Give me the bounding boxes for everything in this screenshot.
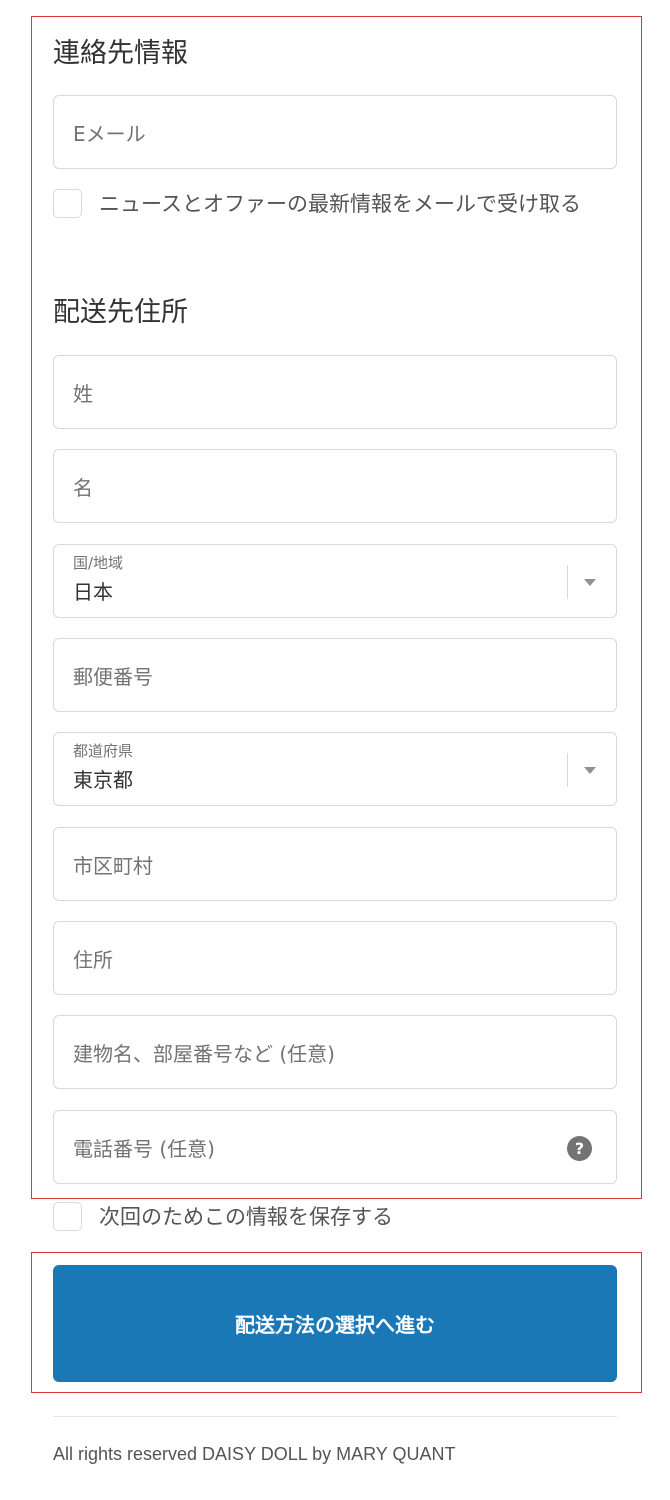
phone-placeholder: 電話番号 (任意) (73, 1136, 215, 1161)
email-field[interactable]: Eメール (53, 95, 617, 169)
prefecture-select[interactable]: 都道府県 東京都 (53, 732, 617, 806)
city-placeholder: 市区町村 (73, 853, 153, 878)
address-placeholder: 住所 (73, 947, 113, 972)
chevron-down-icon (584, 579, 596, 586)
country-label: 国/地域 (73, 554, 124, 572)
continue-to-shipping-button[interactable]: 配送方法の選択へ進む (53, 1265, 617, 1382)
postal-code-placeholder: 郵便番号 (73, 664, 153, 689)
prefecture-label: 都道府県 (73, 742, 134, 760)
country-select[interactable]: 国/地域 日本 (53, 544, 617, 618)
building-placeholder: 建物名、部屋番号など (任意) (73, 1041, 335, 1066)
newsletter-label: ニュースとオファーの最新情報をメールで受け取る (99, 192, 581, 216)
first-name-placeholder: 名 (73, 475, 93, 500)
city-field[interactable]: 市区町村 (53, 827, 617, 901)
email-placeholder: Eメール (73, 121, 146, 146)
last-name-placeholder: 姓 (73, 381, 93, 406)
address-field[interactable]: 住所 (53, 921, 617, 995)
newsletter-checkbox[interactable] (53, 189, 82, 218)
last-name-field[interactable]: 姓 (53, 355, 617, 429)
phone-field[interactable]: 電話番号 (任意) ? (53, 1110, 617, 1184)
first-name-field[interactable]: 名 (53, 449, 617, 523)
chevron-down-icon (584, 767, 596, 774)
shipping-heading: 配送先住所 (53, 297, 188, 328)
country-value: 日本 (73, 580, 113, 604)
question-circle-icon[interactable]: ? (567, 1136, 592, 1161)
footer-copyright: All rights reserved DAISY DOLL by MARY Q… (53, 1444, 456, 1464)
contact-heading: 連絡先情報 (53, 38, 188, 69)
footer-divider (53, 1416, 617, 1417)
newsletter-option[interactable]: ニュースとオファーの最新情報をメールで受け取る (53, 188, 617, 221)
select-divider (567, 753, 568, 787)
prefecture-value: 東京都 (73, 768, 133, 792)
postal-code-field[interactable]: 郵便番号 (53, 638, 617, 712)
select-divider (567, 565, 568, 599)
save-info-checkbox[interactable] (53, 1202, 82, 1231)
building-field[interactable]: 建物名、部屋番号など (任意) (53, 1015, 617, 1089)
save-info-option[interactable]: 次回のためこの情報を保存する (53, 1201, 617, 1234)
save-info-label: 次回のためこの情報を保存する (99, 1205, 393, 1229)
